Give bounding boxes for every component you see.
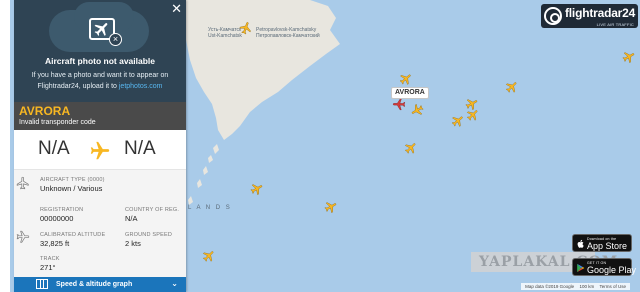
logo-tagline: LIVE AIR TRAFFIC bbox=[596, 22, 634, 27]
transponder-status: Invalid transponder code bbox=[19, 119, 96, 126]
no-photo-icon: × bbox=[109, 33, 122, 46]
map-data-credit: Map data ©2019 Google bbox=[525, 284, 575, 289]
terms-of-use-link[interactable]: Terms of Use bbox=[599, 284, 626, 289]
app-store-label: App Store bbox=[587, 241, 628, 251]
aircraft-type-value: Unknown / Various bbox=[40, 184, 103, 193]
graph-button-label: Speed & altitude graph bbox=[56, 281, 133, 288]
callsign: AVRORA bbox=[19, 104, 71, 118]
aircraft-type-icon bbox=[16, 176, 29, 190]
country-value: N/A bbox=[125, 214, 138, 223]
ground-speed-value: 2 kts bbox=[125, 239, 141, 248]
close-icon[interactable]: ✕ bbox=[171, 2, 182, 15]
altitude-label: CALIBRATED ALTITUDE bbox=[40, 232, 106, 238]
flightradar24-logo[interactable]: flightradar24 LIVE AIR TRAFFIC bbox=[541, 4, 638, 28]
logo-brand: flightradar24 bbox=[565, 6, 636, 20]
country-label: COUNTRY OF REG. bbox=[125, 207, 180, 213]
jetphotos-link[interactable]: jetphotos.com bbox=[119, 83, 163, 90]
aircraft-photo-area: × ✕ Aircraft photo not available If you … bbox=[14, 0, 186, 102]
google-play-button[interactable]: GET IT ON Google Play bbox=[572, 258, 636, 276]
registration-value: 00000000 bbox=[40, 214, 74, 223]
map-label-ust-kamchatsk: Ust-Kamchatsk bbox=[208, 33, 242, 39]
selected-aircraft-marker[interactable] bbox=[392, 97, 406, 111]
callsign-header: AVRORA Invalid transponder code bbox=[14, 102, 186, 130]
aircraft-info-panel: × ✕ Aircraft photo not available If you … bbox=[14, 0, 186, 292]
google-play-icon bbox=[577, 263, 585, 273]
airplane-icon bbox=[90, 141, 110, 160]
selected-flight-callsign-tag[interactable]: AVRORA bbox=[391, 87, 429, 99]
radar-icon bbox=[544, 7, 562, 25]
chevron-down-icon: ⌄ bbox=[171, 279, 178, 288]
photo-unavailable-title: Aircraft photo not available bbox=[44, 56, 156, 66]
aircraft-details: AIRCRAFT TYPE (0000) Unknown / Various R… bbox=[14, 170, 186, 277]
route-summary: N/A N/A bbox=[14, 130, 186, 170]
destination-airport[interactable]: N/A bbox=[124, 138, 156, 160]
map-label-petropavlovsk-ru: Петропавловск-Камчатский bbox=[256, 33, 320, 39]
altitude-icon bbox=[16, 230, 30, 243]
app-store-button[interactable]: Download on the App Store bbox=[572, 234, 632, 252]
graph-icon bbox=[36, 279, 48, 289]
apple-icon bbox=[577, 239, 584, 248]
google-play-label: Google Play bbox=[587, 265, 637, 275]
map-label-islands: L A N D S bbox=[188, 205, 232, 211]
map-scale: 100 km bbox=[579, 284, 595, 289]
ground-speed-label: GROUND SPEED bbox=[125, 232, 173, 238]
altitude-value: 32,825 ft bbox=[40, 239, 70, 248]
photo-upload-hint: If you have a photo and want it to appea… bbox=[20, 70, 180, 92]
map-attribution: Map data ©2019 Google 100 km Terms of Us… bbox=[521, 283, 630, 290]
speed-altitude-graph-button[interactable]: Speed & altitude graph ⌄ bbox=[14, 277, 186, 292]
track-value: 271° bbox=[40, 263, 56, 272]
origin-airport[interactable]: N/A bbox=[38, 138, 70, 160]
track-label: TRACK bbox=[40, 256, 60, 262]
aircraft-type-label: AIRCRAFT TYPE (0000) bbox=[40, 177, 105, 183]
registration-label: REGISTRATION bbox=[40, 207, 84, 213]
